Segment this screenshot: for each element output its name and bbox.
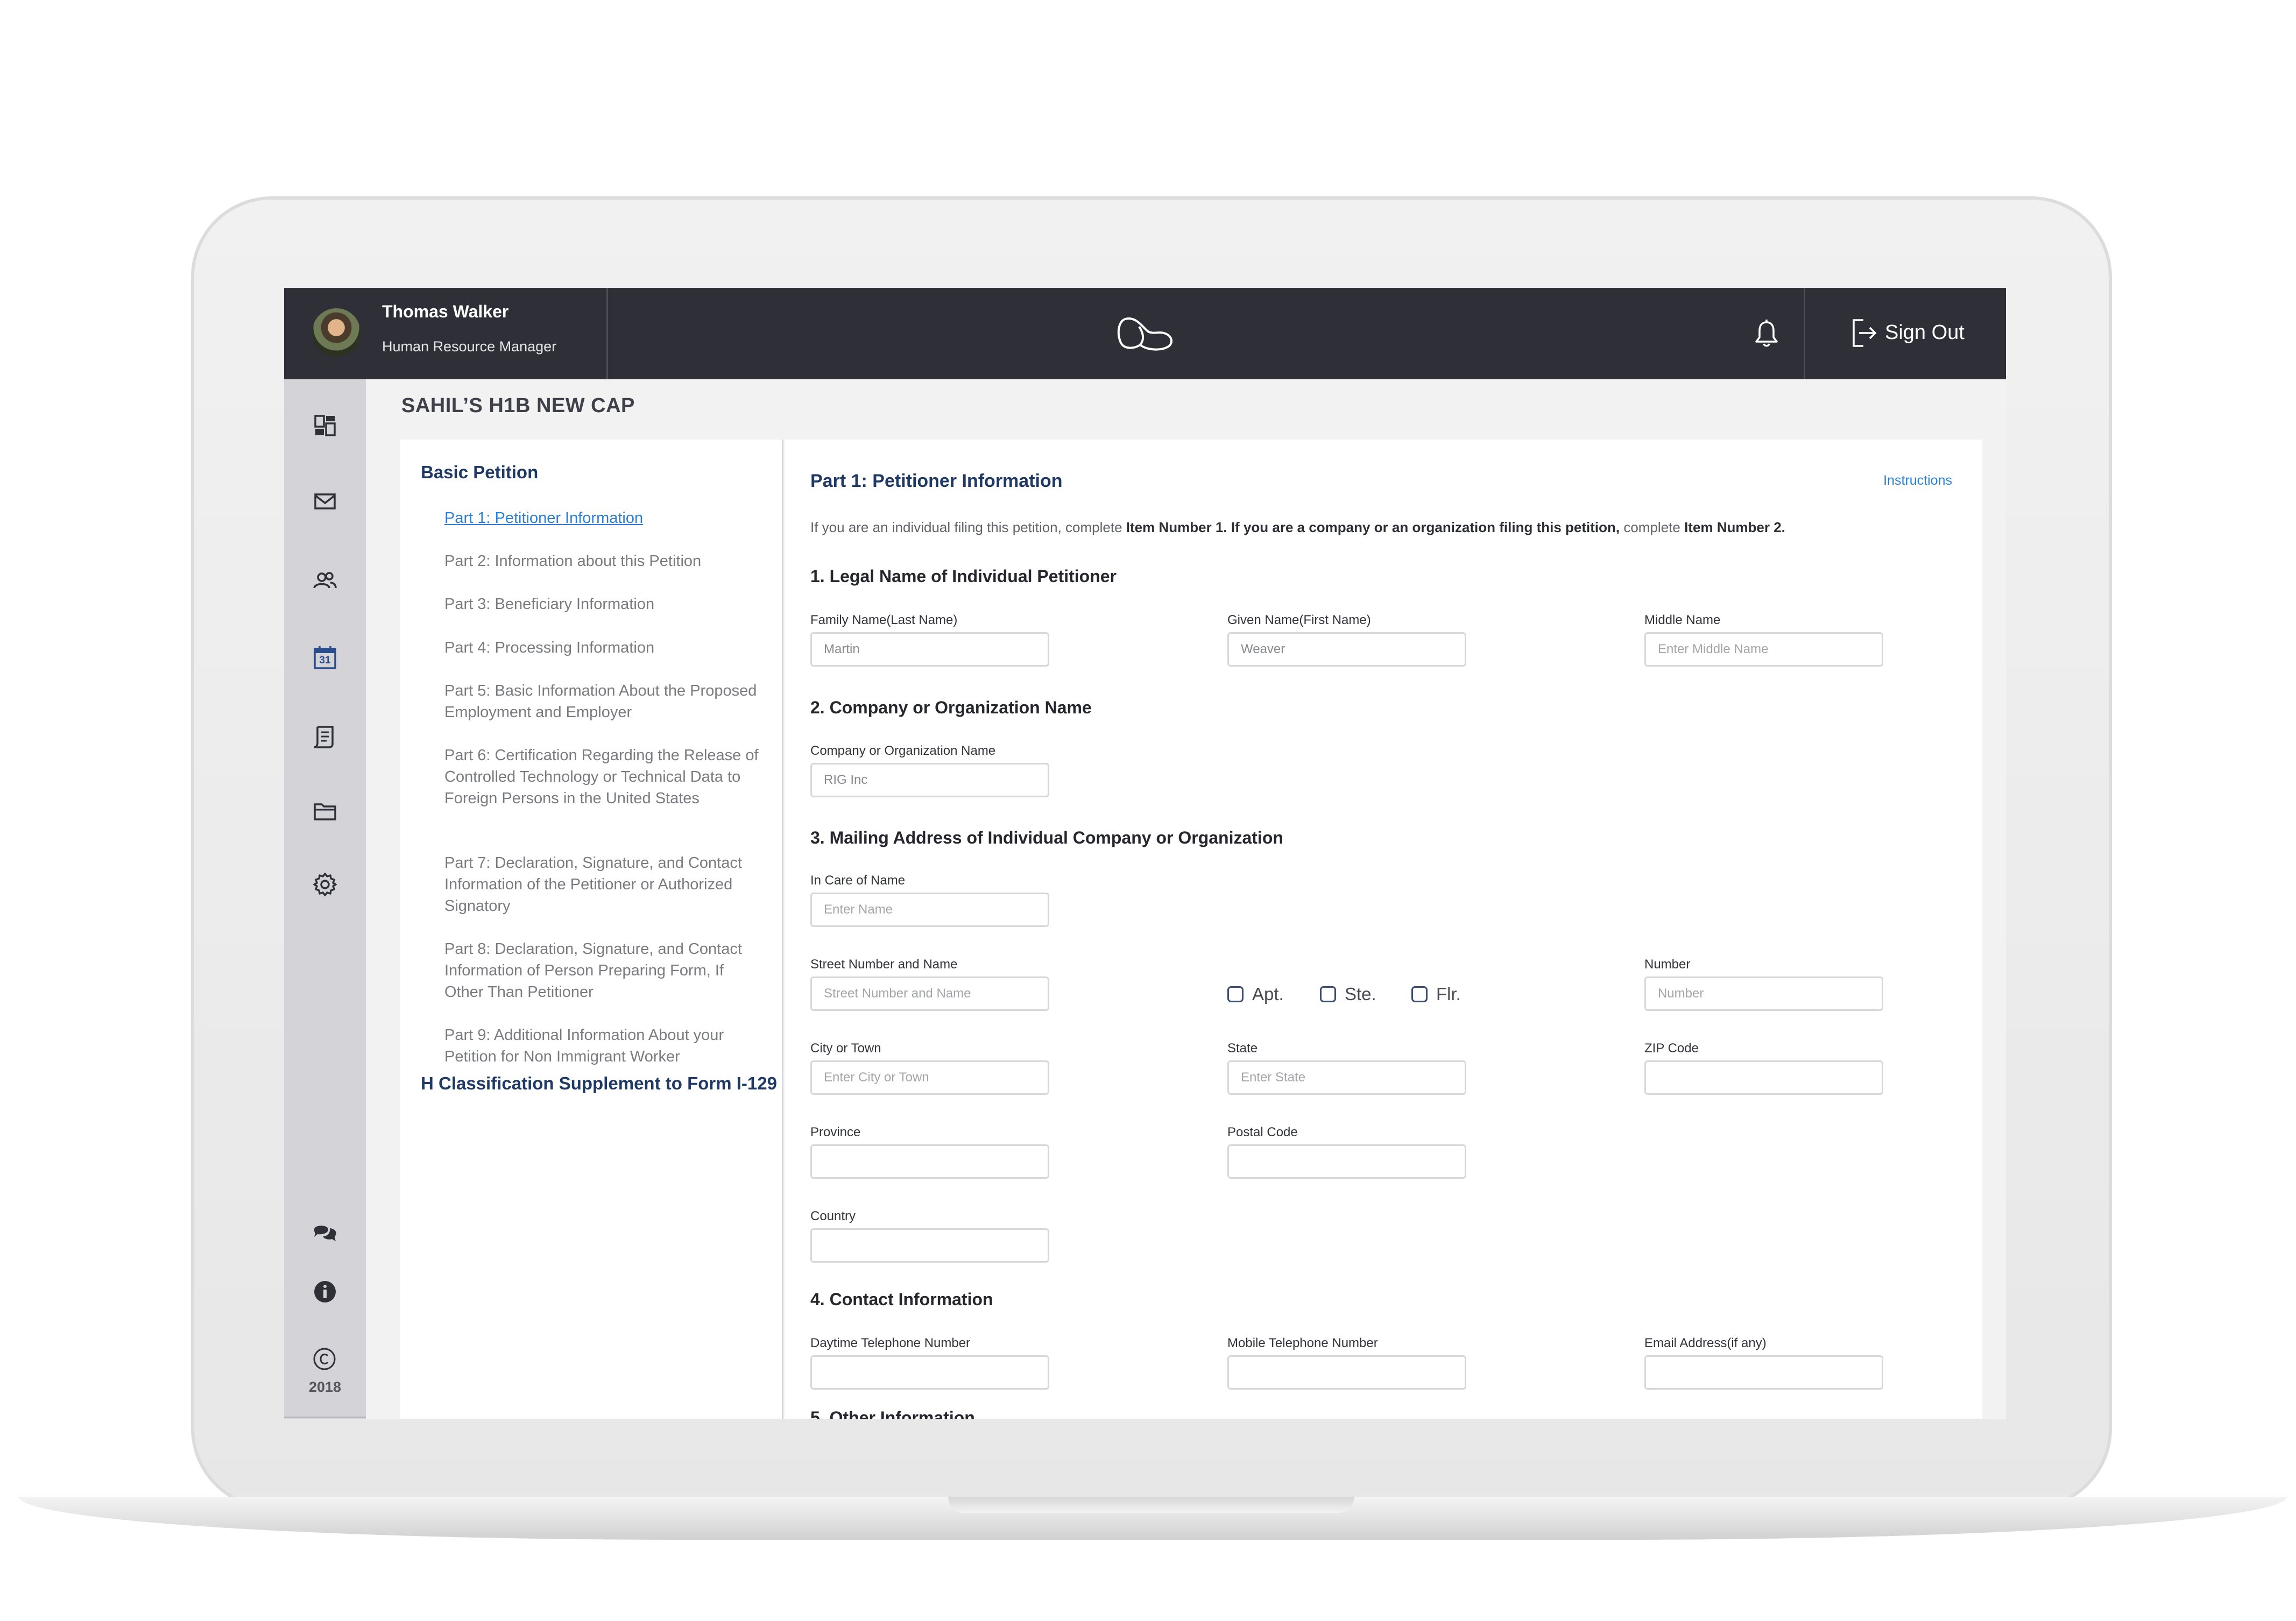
nav-item-part-5[interactable]: Part 5: Basic Information About the Prop… [444,680,762,723]
dashboard-icon[interactable] [312,413,338,438]
ste-checkbox[interactable]: Ste. [1320,984,1376,1004]
apt-label: Apt. [1252,984,1284,1004]
mobile-phone-field[interactable] [1227,1355,1466,1390]
section-company-title: 2. Company or Organization Name [810,698,1092,717]
form-panel: Part 1: Petitioner Information Instructi… [785,440,1982,1419]
number-label: Number [1644,957,1691,972]
family-name-field[interactable] [810,632,1049,667]
copyright-icon [313,1348,336,1370]
middle-name-field[interactable] [1644,632,1883,667]
number-field[interactable] [1644,976,1883,1011]
form-title: Part 1: Petitioner Information [810,471,1063,491]
settings-icon[interactable] [312,872,338,897]
info-icon[interactable] [312,1279,338,1305]
mobile-phone-label: Mobile Telephone Number [1227,1336,1378,1350]
email-field[interactable] [1644,1355,1883,1390]
section-other-info-title: 5. Other Information [810,1408,975,1419]
sign-out-label: Sign Out [1885,321,1965,344]
ste-checkbox-box[interactable] [1320,986,1336,1002]
flr-label: Flr. [1436,984,1461,1004]
instructions-link[interactable]: Instructions [1883,473,1952,489]
nav-heading-basic-petition[interactable]: Basic Petition [421,462,538,483]
petition-nav: Basic Petition Part 1: Petitioner Inform… [400,440,783,1419]
daytime-phone-label: Daytime Telephone Number [810,1336,971,1350]
street-label: Street Number and Name [810,957,958,972]
zip-field[interactable] [1644,1060,1883,1095]
email-label: Email Address(if any) [1644,1336,1767,1350]
intro-text-1: If you are an individual filing this pet… [810,519,1126,535]
folder-icon[interactable] [312,798,338,824]
users-icon[interactable] [312,568,338,593]
brand-logo-icon[interactable] [1115,315,1175,352]
nav-item-part-8[interactable]: Part 8: Declaration, Signature, and Cont… [444,938,762,1003]
nav-item-part-9[interactable]: Part 9: Additional Information About you… [444,1024,762,1067]
laptop-notch [948,1497,1354,1513]
intro-text-2: complete [1620,519,1685,535]
section-mailing-address-title: 3. Mailing Address of Individual Company… [810,828,1283,847]
chat-icon[interactable] [312,1220,338,1245]
daytime-phone-field[interactable] [810,1355,1049,1390]
state-label: State [1227,1041,1258,1056]
nav-item-part-2[interactable]: Part 2: Information about this Petition [444,550,762,572]
user-name: Thomas Walker [382,302,509,321]
zip-label: ZIP Code [1644,1041,1699,1056]
care-of-name-label: In Care of Name [810,873,906,888]
page-title: SAHIL’S H1B NEW CAP [401,394,635,417]
app-screen: Thomas Walker Human Resource Manager Sig… [284,288,2006,1419]
postal-code-field[interactable] [1227,1144,1466,1179]
ste-label: Ste. [1345,984,1376,1004]
middle-name-label: Middle Name [1644,613,1721,627]
section-contact-title: 4. Contact Information [810,1290,993,1309]
sidebar-divider [284,1417,366,1418]
intro-bold-1: Item Number 1. If you are a company or a… [1126,519,1620,535]
nav-item-part-1[interactable]: Part 1: Petitioner Information [444,507,762,529]
province-label: Province [810,1125,861,1139]
given-name-field[interactable] [1227,632,1466,667]
flr-checkbox[interactable]: Flr. [1411,984,1461,1004]
given-name-label: Given Name(First Name) [1227,613,1371,627]
family-name-label: Family Name(Last Name) [810,613,958,627]
city-field[interactable] [810,1060,1049,1095]
sign-out-icon [1853,319,1877,347]
user-role: Human Resource Manager [382,338,557,355]
city-label: City or Town [810,1041,881,1056]
sign-out-button[interactable]: Sign Out [1804,288,2006,379]
copyright-year: 2018 [308,1379,342,1395]
company-name-field[interactable] [810,763,1049,797]
country-field[interactable] [810,1228,1049,1263]
nav-item-part-4[interactable]: Part 4: Processing Information [444,637,762,659]
nav-heading-supplement[interactable]: H Classification Supplement to Form I-12… [421,1073,777,1094]
icon-sidebar: 31 [284,379,366,1419]
mail-icon[interactable] [312,488,338,514]
calendar-day: 31 [319,655,331,666]
user-profile[interactable]: Thomas Walker Human Resource Manager [284,288,608,379]
province-field[interactable] [810,1144,1049,1179]
top-bar: Thomas Walker Human Resource Manager Sig… [284,288,2006,379]
apt-checkbox-box[interactable] [1227,986,1244,1002]
intro-bold-2: Item Number 2. [1684,519,1785,535]
avatar [312,308,361,357]
state-field[interactable] [1227,1060,1466,1095]
street-field[interactable] [810,976,1049,1011]
nav-item-part-3[interactable]: Part 3: Beneficiary Information [444,593,762,615]
postal-code-label: Postal Code [1227,1125,1298,1139]
notification-bell-icon[interactable] [1753,319,1780,348]
care-of-name-field[interactable] [810,893,1049,927]
flr-checkbox-box[interactable] [1411,986,1428,1002]
nav-item-part-7[interactable]: Part 7: Declaration, Signature, and Cont… [444,852,762,917]
section-legal-name-title: 1. Legal Name of Individual Petitioner [810,567,1117,586]
form-intro: If you are an individual filing this pet… [810,519,1785,536]
document-icon[interactable] [312,724,338,749]
company-name-label: Company or Organization Name [810,744,996,758]
nav-item-part-6[interactable]: Part 6: Certification Regarding the Rele… [444,745,762,809]
apt-checkbox[interactable]: Apt. [1227,984,1284,1004]
calendar-icon[interactable]: 31 [312,645,338,670]
country-label: Country [810,1209,856,1223]
